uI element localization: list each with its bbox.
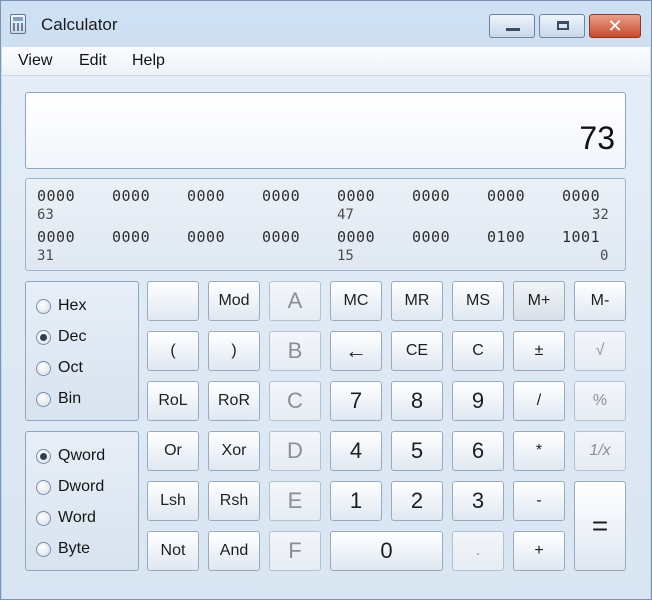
digit-2-key[interactable]: 2 — [391, 481, 443, 521]
digit-1-key[interactable]: 1 — [330, 481, 382, 521]
display-value: 73 — [579, 120, 615, 156]
binary-bit-panel: 0000 0000 0000 0000 0000 0000 0000 0000 … — [25, 178, 626, 271]
reciprocal-key[interactable]: 1/x — [574, 431, 626, 471]
left-shift-key[interactable]: Lsh — [147, 481, 199, 521]
bit-nibble[interactable]: 0000 — [112, 187, 150, 205]
close-paren-key[interactable]: ) — [208, 331, 260, 371]
bit-nibble[interactable]: 0000 — [187, 187, 225, 205]
hex-b-key[interactable]: B — [269, 331, 321, 371]
hex-f-key[interactable]: F — [269, 531, 321, 571]
rotate-left-key[interactable]: RoL — [147, 381, 199, 421]
decimal-point-key[interactable]: . — [452, 531, 504, 571]
radio-circle — [36, 542, 51, 557]
negate-key[interactable]: ± — [513, 331, 565, 371]
blank-key[interactable] — [147, 281, 199, 321]
rotate-right-key[interactable]: RoR — [208, 381, 260, 421]
bit-nibble[interactable]: 0000 — [337, 187, 375, 205]
digit-3-key[interactable]: 3 — [452, 481, 504, 521]
radio-circle — [36, 299, 51, 314]
sqrt-key[interactable]: √ — [574, 331, 626, 371]
hex-d-key[interactable]: D — [269, 431, 321, 471]
radio-circle — [36, 392, 51, 407]
divide-key[interactable]: / — [513, 381, 565, 421]
bit-nibble[interactable]: 0000 — [37, 187, 75, 205]
bit-nibble[interactable]: 0000 — [412, 187, 450, 205]
menu-bar: View Edit Help — [2, 47, 650, 76]
result-display: 73 — [25, 92, 626, 169]
digit-9-key[interactable]: 9 — [452, 381, 504, 421]
mr-key[interactable]: MR — [391, 281, 443, 321]
bit-position-label: 31 — [37, 248, 54, 264]
bit-nibble[interactable]: 0000 — [262, 187, 300, 205]
add-key[interactable]: + — [513, 531, 565, 571]
digit-6-key[interactable]: 6 — [452, 431, 504, 471]
percent-key[interactable]: % — [574, 381, 626, 421]
equals-key[interactable]: = — [574, 481, 626, 571]
ce-key[interactable]: CE — [391, 331, 443, 371]
menu-view[interactable]: View — [18, 52, 52, 70]
minimize-icon — [506, 28, 520, 31]
digit-4-key[interactable]: 4 — [330, 431, 382, 471]
radio-circle — [36, 511, 51, 526]
digit-0-key[interactable]: 0 — [330, 531, 443, 571]
bit-nibble[interactable]: 0000 — [112, 228, 150, 246]
bit-nibble[interactable]: 0000 — [187, 228, 225, 246]
multiply-key[interactable]: * — [513, 431, 565, 471]
clear-key[interactable]: C — [452, 331, 504, 371]
bit-nibble[interactable]: 1001 — [562, 228, 600, 246]
bit-nibble[interactable]: 0000 — [562, 187, 600, 205]
xor-key[interactable]: Xor — [208, 431, 260, 471]
digit-7-key[interactable]: 7 — [330, 381, 382, 421]
or-key[interactable]: Or — [147, 431, 199, 471]
maximize-button[interactable] — [539, 14, 585, 38]
radix-group: Hex Dec Oct Bin — [25, 281, 139, 421]
calculator-app-icon — [10, 14, 26, 34]
close-button[interactable]: ✕ — [589, 14, 641, 38]
open-paren-key[interactable]: ( — [147, 331, 199, 371]
bit-position-label: 63 — [37, 207, 54, 223]
calculator-window: Calculator ✕ View Edit Help 73 0000 0000… — [0, 0, 652, 600]
menu-help[interactable]: Help — [132, 52, 165, 70]
radio-circle — [36, 449, 51, 464]
minimize-button[interactable] — [489, 14, 535, 38]
hex-a-key[interactable]: A — [269, 281, 321, 321]
backspace-key[interactable]: ← — [330, 331, 382, 371]
window-title: Calculator — [41, 15, 118, 34]
bit-position-label: 47 — [337, 207, 354, 223]
title-bar[interactable]: Calculator ✕ — [1, 1, 651, 45]
bit-nibble[interactable]: 0000 — [337, 228, 375, 246]
close-icon: ✕ — [607, 16, 623, 36]
ms-key[interactable]: MS — [452, 281, 504, 321]
right-shift-key[interactable]: Rsh — [208, 481, 260, 521]
mc-key[interactable]: MC — [330, 281, 382, 321]
m-plus-key[interactable]: M+ — [513, 281, 565, 321]
radio-circle — [36, 361, 51, 376]
bit-position-label: 32 — [592, 207, 609, 223]
bit-nibble[interactable]: 0000 — [37, 228, 75, 246]
bit-nibble[interactable]: 0100 — [487, 228, 525, 246]
mod-key[interactable]: Mod — [208, 281, 260, 321]
radio-circle — [36, 330, 51, 345]
digit-8-key[interactable]: 8 — [391, 381, 443, 421]
subtract-key[interactable]: - — [513, 481, 565, 521]
hex-e-key[interactable]: E — [269, 481, 321, 521]
bit-position-label: 0 — [600, 248, 609, 264]
menu-edit[interactable]: Edit — [79, 52, 107, 70]
m-minus-key[interactable]: M- — [574, 281, 626, 321]
not-key[interactable]: Not — [147, 531, 199, 571]
maximize-icon — [557, 21, 569, 30]
calculator-body: 73 0000 0000 0000 0000 0000 0000 0000 00… — [2, 76, 650, 599]
bit-nibble[interactable]: 0000 — [487, 187, 525, 205]
word-size-group: Qword Dword Word Byte — [25, 431, 139, 571]
bit-position-label: 15 — [337, 248, 354, 264]
bit-nibble[interactable]: 0000 — [262, 228, 300, 246]
hex-c-key[interactable]: C — [269, 381, 321, 421]
bit-nibble[interactable]: 0000 — [412, 228, 450, 246]
and-key[interactable]: And — [208, 531, 260, 571]
digit-5-key[interactable]: 5 — [391, 431, 443, 471]
radio-circle — [36, 480, 51, 495]
